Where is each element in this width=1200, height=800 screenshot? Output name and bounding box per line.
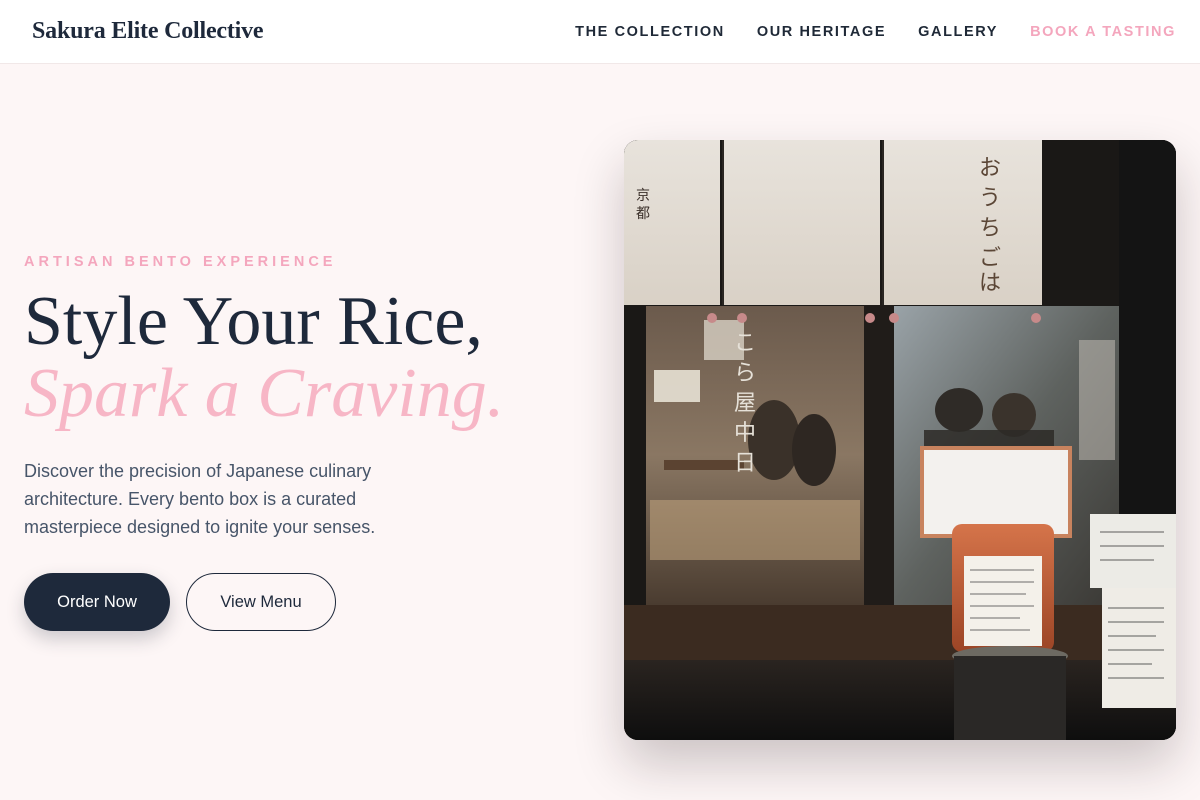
svg-text:う: う (979, 186, 1001, 211)
view-menu-button[interactable]: View Menu (186, 573, 336, 631)
svg-text:お: お (979, 156, 1001, 181)
svg-text:中: 中 (734, 421, 756, 446)
svg-text:こ: こ (734, 331, 756, 356)
svg-text:ら: ら (734, 361, 756, 386)
hero-image: お う ち ご は 京 都 こ ら 屋 中 日 (624, 140, 1176, 740)
site-header: Sakura Elite Collective THE COLLECTION O… (0, 0, 1200, 64)
svg-text:ち: ち (979, 216, 1001, 241)
svg-text:は: は (979, 271, 1001, 296)
svg-text:日: 日 (734, 451, 756, 476)
hero-eyebrow: ARTISAN BENTO EXPERIENCE (24, 254, 337, 270)
nav-link-gallery[interactable]: GALLERY (918, 24, 998, 40)
nav-link-heritage[interactable]: OUR HERITAGE (757, 24, 886, 40)
headline-line-2: Spark a Craving. (24, 355, 505, 432)
svg-text:屋: 屋 (734, 391, 756, 416)
svg-text:ご: ご (979, 246, 1001, 271)
svg-text:都: 都 (636, 206, 650, 222)
hero-headline: Style Your Rice, Spark a Craving. (24, 286, 504, 430)
restaurant-storefront-illustration: お う ち ご は 京 都 こ ら 屋 中 日 (624, 140, 1176, 740)
main-nav: THE COLLECTION OUR HERITAGE GALLERY BOOK… (575, 24, 1176, 40)
headline-line-1: Style Your Rice, (24, 283, 483, 360)
nav-link-collection[interactable]: THE COLLECTION (575, 24, 725, 40)
order-now-button[interactable]: Order Now (24, 573, 170, 631)
nav-link-book-tasting[interactable]: BOOK A TASTING (1030, 24, 1176, 40)
brand-logo[interactable]: Sakura Elite Collective (32, 18, 264, 45)
hero-description: Discover the precision of Japanese culin… (24, 461, 376, 537)
svg-text:京: 京 (636, 188, 650, 204)
